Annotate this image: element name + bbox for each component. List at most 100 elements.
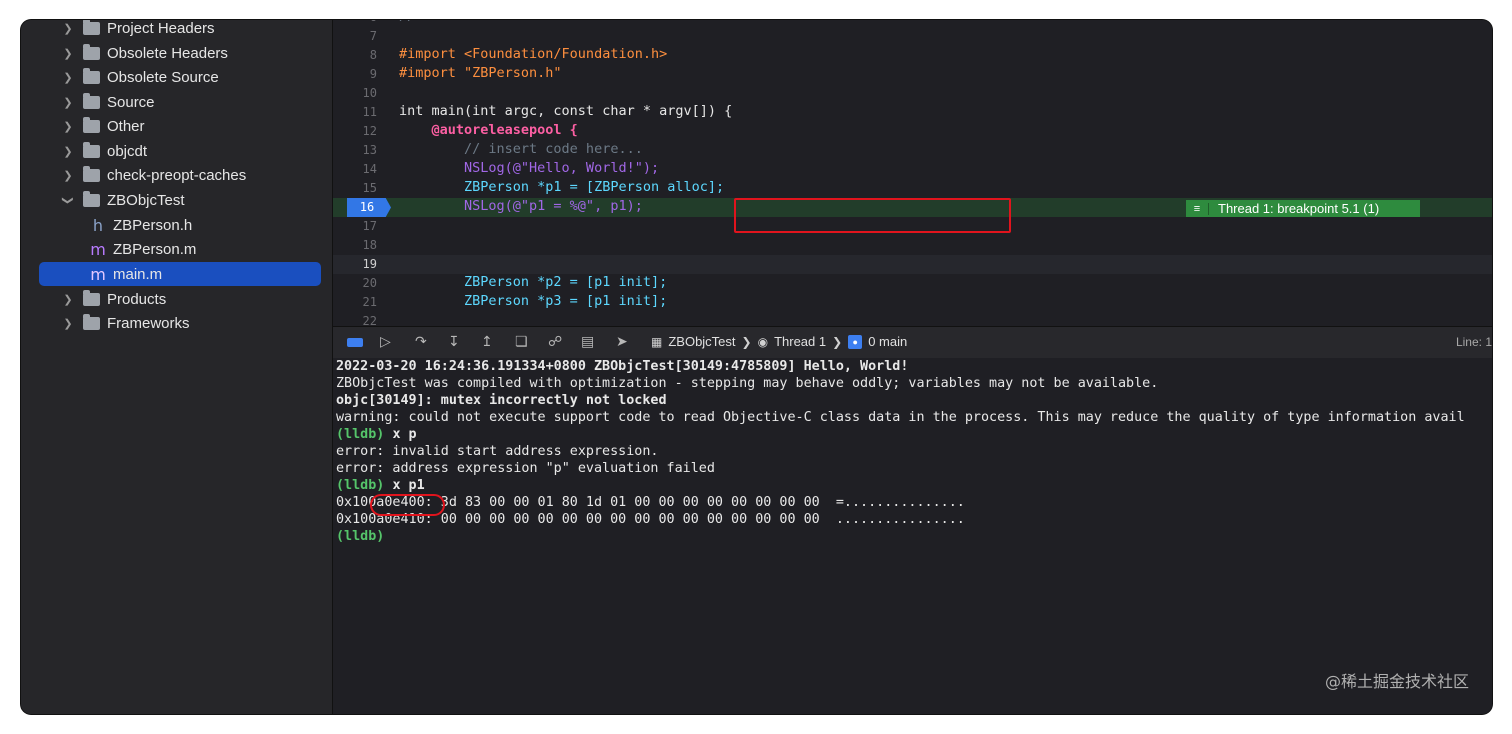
chevron-right-icon[interactable]: ❯ bbox=[61, 47, 75, 60]
line-number: 7 bbox=[369, 29, 377, 43]
annotation-circle bbox=[370, 494, 445, 516]
project-navigator: ❯ Project Headers ❯ Obsolete Headers ❯ O… bbox=[21, 20, 333, 714]
code-line[interactable]: 9 #import "ZBPerson.h" bbox=[333, 65, 1492, 84]
continue-icon[interactable]: ▷ bbox=[380, 334, 391, 350]
header-file-icon: h bbox=[92, 215, 104, 235]
nav-item-label: Obsolete Source bbox=[107, 68, 219, 86]
environment-overrides-icon[interactable]: ▤ bbox=[581, 334, 594, 350]
code-text: int main(int argc, const char * argv[]) … bbox=[399, 103, 733, 119]
nav-item-label: ZBPerson.h bbox=[113, 216, 193, 234]
console-command: x p bbox=[392, 427, 417, 442]
crumb-thread[interactable]: Thread 1 bbox=[774, 334, 826, 349]
code-line[interactable]: 7 bbox=[333, 27, 1492, 46]
chevron-down-icon[interactable]: ❯ bbox=[62, 193, 75, 207]
nav-item-frameworks[interactable]: ❯ Frameworks bbox=[39, 311, 321, 335]
nav-item-label: Frameworks bbox=[107, 314, 190, 332]
folder-icon bbox=[83, 141, 100, 158]
memory-graph-icon[interactable]: ☍ bbox=[548, 334, 562, 350]
code-line[interactable]: 12 @autoreleasepool { bbox=[333, 122, 1492, 141]
code-line[interactable]: 13 // insert code here... bbox=[333, 141, 1492, 160]
chevron-right-icon[interactable]: ❯ bbox=[61, 120, 75, 133]
chevron-right-icon[interactable]: ❯ bbox=[61, 293, 75, 306]
console-line: warning: could not execute support code … bbox=[336, 410, 1465, 425]
console-line[interactable]: (lldb) bbox=[336, 529, 384, 544]
console-line: (lldb) x p1 bbox=[336, 478, 425, 493]
step-out-icon[interactable]: ↥ bbox=[481, 334, 493, 350]
nav-item-project-headers[interactable]: ❯ Project Headers bbox=[39, 20, 321, 40]
code-line[interactable]: 15 ZBPerson *p1 = [ZBPerson alloc]; bbox=[333, 179, 1492, 198]
nav-item-objcdt[interactable]: ❯ objcdt bbox=[39, 139, 321, 163]
crumb-frame[interactable]: 0 main bbox=[868, 334, 907, 349]
step-over-icon[interactable]: ↷ bbox=[415, 334, 427, 350]
chevron-right-icon: ❯ bbox=[832, 334, 843, 349]
nav-item-main-m[interactable]: m main.m bbox=[39, 262, 321, 286]
line-number: 8 bbox=[369, 48, 377, 62]
chevron-right-icon[interactable]: ❯ bbox=[61, 96, 75, 109]
nav-item-label: objcdt bbox=[107, 142, 148, 160]
chevron-right-icon[interactable]: ❯ bbox=[61, 22, 75, 35]
line-indicator: Line: 1 bbox=[1455, 335, 1492, 349]
simulate-location-icon[interactable]: ➤ bbox=[616, 334, 628, 350]
terminal-icon: ▦ bbox=[651, 334, 663, 349]
breakpoints-toggle-icon[interactable] bbox=[347, 338, 363, 347]
watermark: @稀土掘金技术社区 bbox=[1324, 672, 1469, 691]
thread-breakpoint-badge[interactable]: ≡ Thread 1: breakpoint 5.1 (1) bbox=[1186, 200, 1420, 217]
nav-item-source[interactable]: ❯ Source bbox=[39, 90, 321, 114]
source-editor[interactable]: 6 // 7 8 #import <Foundation/Foundation.… bbox=[333, 20, 1492, 326]
chevron-right-icon[interactable]: ❯ bbox=[61, 317, 75, 330]
code-line[interactable]: 6 // bbox=[333, 20, 1492, 27]
code-line[interactable]: 22 bbox=[333, 312, 1492, 326]
console-line: error: address expression "p" evaluation… bbox=[336, 461, 715, 476]
objc-file-icon: m bbox=[90, 264, 106, 284]
code-line[interactable]: 18 bbox=[333, 236, 1492, 255]
console-line: objc[30149]: mutex incorrectly not locke… bbox=[336, 393, 667, 408]
chevron-right-icon[interactable]: ❯ bbox=[61, 145, 75, 158]
nav-item-obsolete-source[interactable]: ❯ Obsolete Source bbox=[39, 65, 321, 89]
nav-item-zbobjctest[interactable]: ❯ ZBObjcTest bbox=[39, 188, 321, 212]
nav-item-zbperson-m[interactable]: m ZBPerson.m bbox=[39, 237, 321, 261]
folder-icon bbox=[83, 116, 100, 133]
code-text: @autoreleasepool { bbox=[399, 122, 578, 138]
nav-item-products[interactable]: ❯ Products bbox=[39, 287, 321, 311]
folder-icon bbox=[83, 92, 100, 109]
console-line: (lldb) x p bbox=[336, 427, 417, 442]
line-number: 15 bbox=[362, 181, 377, 195]
code-line[interactable]: 20 ZBPerson *p2 = [p1 init]; bbox=[333, 274, 1492, 293]
step-into-icon[interactable]: ↧ bbox=[448, 334, 460, 350]
code-line[interactable]: 14 NSLog(@"Hello, World!"); bbox=[333, 160, 1492, 179]
breakpoint-marker[interactable]: 16 bbox=[347, 198, 391, 217]
code-text: ZBPerson *p2 = [p1 init]; bbox=[399, 274, 668, 290]
debug-console[interactable]: 2022-03-20 16:24:36.191334+0800 ZBObjcTe… bbox=[333, 358, 1492, 714]
code-line[interactable]: 8 #import <Foundation/Foundation.h> bbox=[333, 46, 1492, 65]
nav-item-obsolete-headers[interactable]: ❯ Obsolete Headers bbox=[39, 41, 321, 65]
crumb-target[interactable]: ZBObjcTest bbox=[668, 334, 735, 349]
line-number: 10 bbox=[362, 86, 377, 100]
lldb-prompt: (lldb) bbox=[336, 478, 385, 493]
folder-icon bbox=[83, 190, 100, 207]
nav-item-zbperson-h[interactable]: h ZBPerson.h bbox=[39, 213, 321, 237]
code-line-current[interactable]: 19 bbox=[333, 255, 1492, 274]
nav-item-other[interactable]: ❯ Other bbox=[39, 114, 321, 138]
line-number: 18 bbox=[362, 238, 377, 252]
chevron-right-icon[interactable]: ❯ bbox=[61, 169, 75, 182]
nav-item-label: ZBPerson.m bbox=[113, 240, 197, 258]
code-line[interactable]: 21 ZBPerson *p3 = [p1 init]; bbox=[333, 293, 1492, 312]
nav-item-label: Obsolete Headers bbox=[107, 44, 228, 62]
thread-icon: ◉ bbox=[757, 334, 769, 349]
nav-item-label: Source bbox=[107, 93, 155, 111]
console-line: error: invalid start address expression. bbox=[336, 444, 659, 459]
nav-item-check-preopt-caches[interactable]: ❯ check-preopt-caches bbox=[39, 163, 321, 187]
console-line: 2022-03-20 16:24:36.191334+0800 ZBObjcTe… bbox=[336, 359, 909, 374]
view-hierarchy-icon[interactable]: ❏ bbox=[515, 334, 528, 350]
nav-item-label: main.m bbox=[113, 265, 163, 283]
code-line[interactable]: 10 bbox=[333, 84, 1492, 103]
line-number: 22 bbox=[362, 314, 377, 326]
nav-item-label: Project Headers bbox=[107, 20, 215, 37]
code-text: NSLog(@"Hello, World!"); bbox=[399, 160, 660, 176]
code-line[interactable]: 11 int main(int argc, const char * argv[… bbox=[333, 103, 1492, 122]
line-number: 6 bbox=[333, 20, 377, 24]
menu-lines-icon: ≡ bbox=[1186, 202, 1209, 215]
chevron-right-icon[interactable]: ❯ bbox=[61, 71, 75, 84]
thread-badge-label: Thread 1: breakpoint 5.1 (1) bbox=[1218, 201, 1380, 216]
folder-icon bbox=[83, 20, 100, 35]
